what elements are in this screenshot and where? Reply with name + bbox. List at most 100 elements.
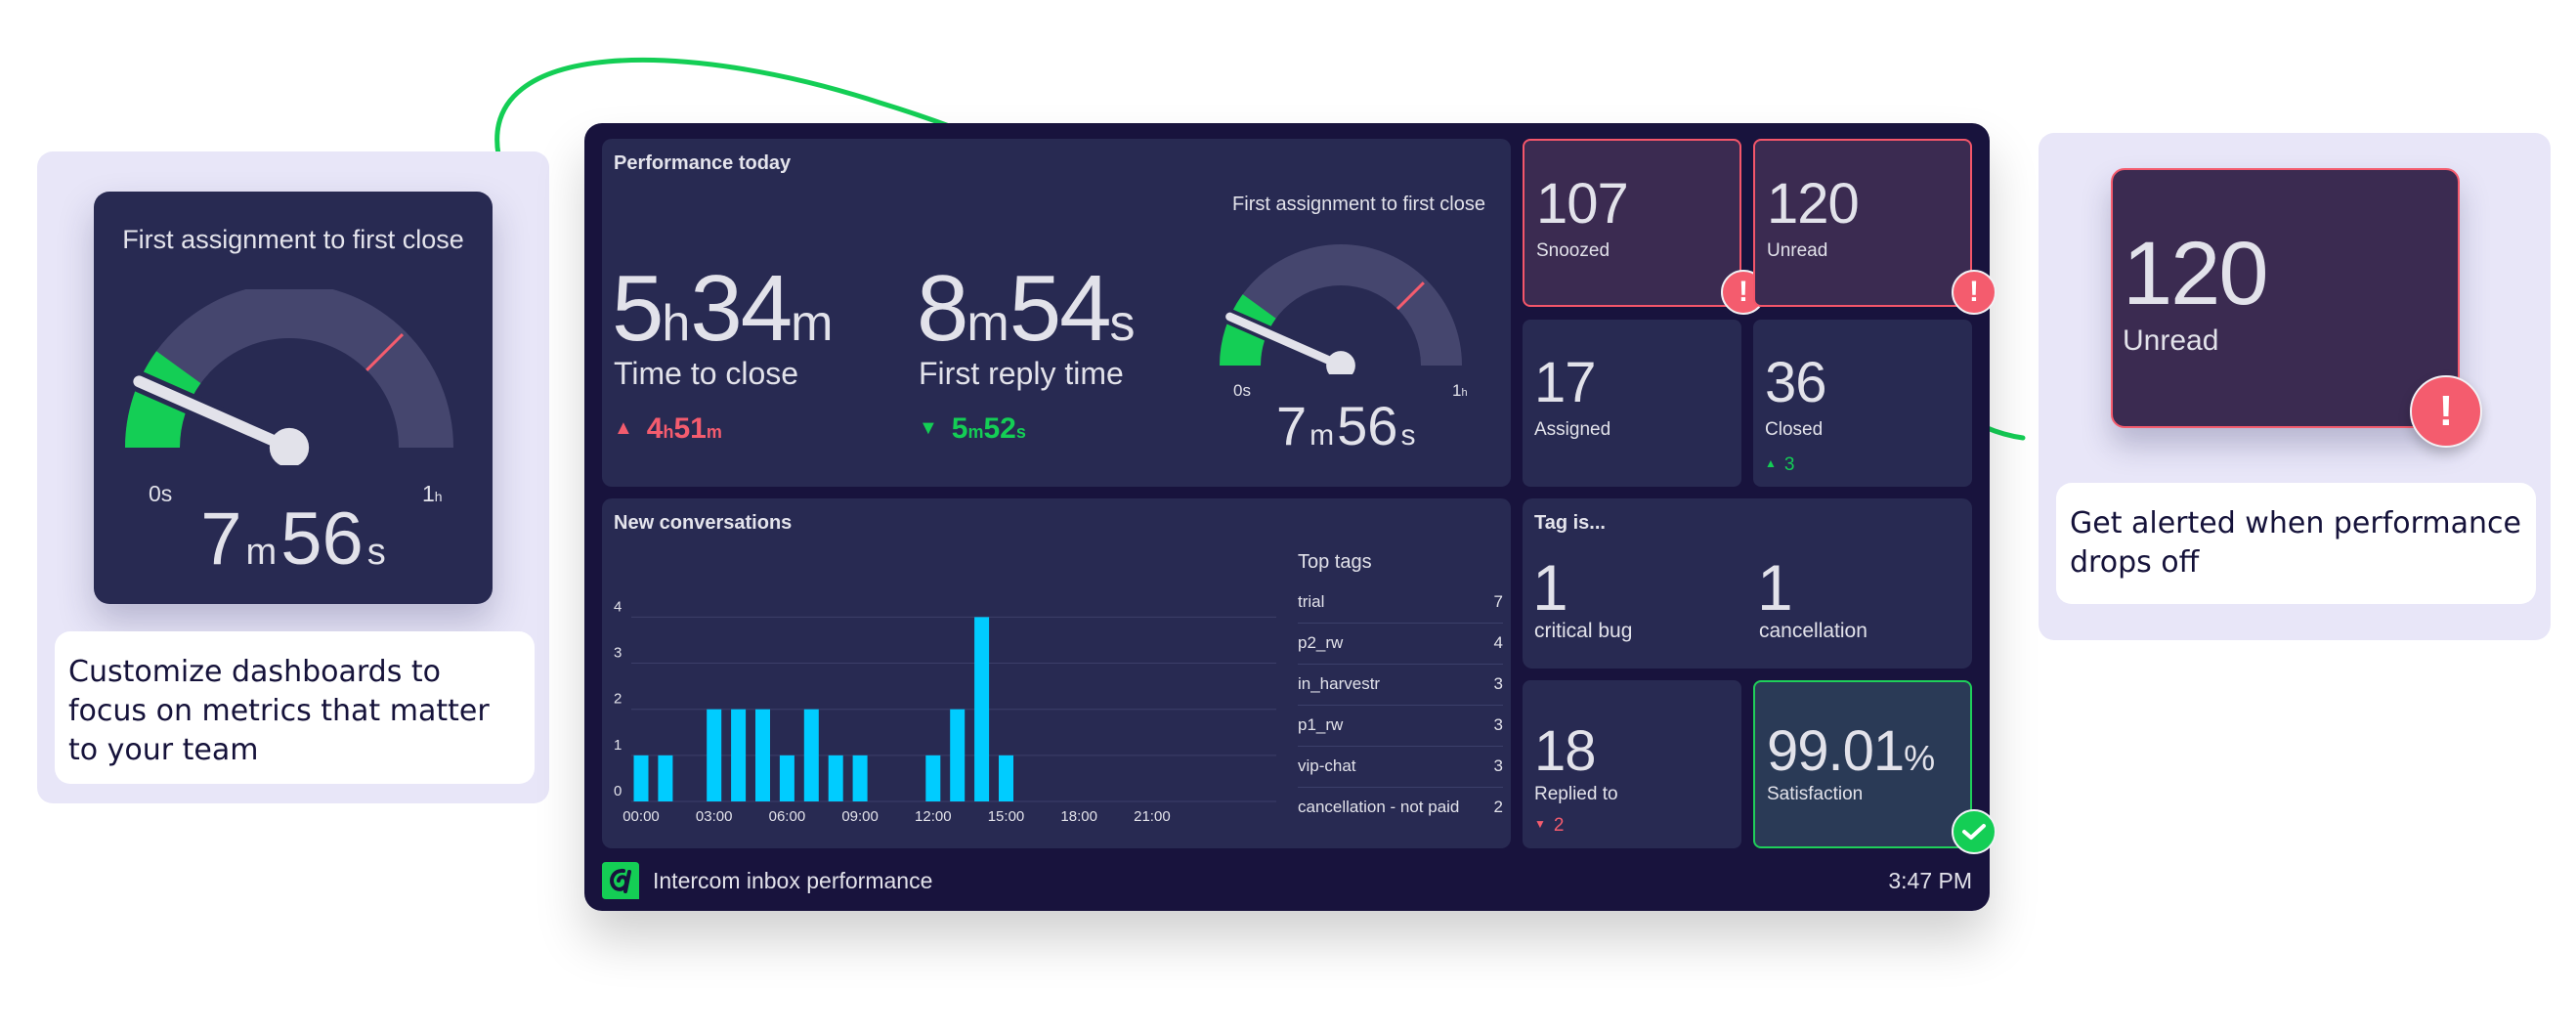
bar bbox=[852, 755, 868, 801]
gauge-value: 7 m56 s bbox=[1276, 399, 1415, 453]
top-tag-row[interactable]: p1_rw 3 bbox=[1298, 706, 1503, 747]
top-tag-row[interactable]: in_harvestr 3 bbox=[1298, 665, 1503, 706]
tile-delta-value: 3 bbox=[1783, 454, 1795, 475]
satisfaction-unit: % bbox=[1904, 738, 1935, 778]
tag-name: vip-chat bbox=[1298, 756, 1356, 775]
first-reply-value: 8m54s bbox=[917, 262, 1136, 356]
tile-label: Replied to bbox=[1534, 784, 1618, 804]
x-tick-label: 03:00 bbox=[696, 808, 733, 825]
tag-count: 7 bbox=[1493, 592, 1503, 611]
bar bbox=[755, 709, 770, 801]
tag-name: p2_rw bbox=[1298, 633, 1344, 652]
value-seconds: 56 bbox=[1337, 395, 1398, 456]
current-time: 3:47 PM bbox=[1888, 868, 1972, 893]
value-minutes-unit: m bbox=[245, 532, 278, 573]
value-minutes: 7 bbox=[1276, 395, 1308, 456]
bar bbox=[974, 617, 990, 801]
tile-label: Assigned bbox=[1534, 419, 1611, 440]
y-tick-label: 2 bbox=[614, 691, 622, 708]
y-tick-label: 4 bbox=[614, 598, 622, 615]
top-tag-row[interactable]: vip-chat 3 bbox=[1298, 747, 1503, 788]
x-tick-label: 09:00 bbox=[841, 808, 879, 825]
tile-delta: ▼ 2 bbox=[1534, 815, 1564, 837]
tile-delta-value: 2 bbox=[1553, 815, 1565, 836]
value-seconds-unit: s bbox=[1400, 419, 1416, 452]
first-reply-delta: ▼ 5m52s bbox=[919, 412, 1026, 446]
y-tick-label: 3 bbox=[614, 645, 622, 662]
time-to-close-delta: ▲ 4h51m bbox=[614, 412, 722, 446]
x-tick-label: 00:00 bbox=[623, 808, 660, 825]
bar bbox=[803, 709, 819, 801]
gauge-preview-title: First assignment to first close bbox=[122, 225, 464, 254]
tag-count: 3 bbox=[1493, 715, 1503, 734]
hours: 5 bbox=[612, 256, 664, 361]
satisfaction-number: 99.01 bbox=[1767, 719, 1905, 783]
time-to-close-label: Time to close bbox=[614, 356, 799, 391]
satisfaction-value: 99.01% bbox=[1767, 723, 1935, 780]
minutes: 34 bbox=[690, 256, 793, 361]
left-callout-panel: First assignment to first close 0s 1h 7m… bbox=[37, 151, 549, 803]
minutes-unit: m bbox=[966, 295, 1009, 352]
tile-value: 18 bbox=[1534, 719, 1597, 783]
tag-count: 2 bbox=[1493, 798, 1503, 816]
tile-value: 36 bbox=[1765, 351, 1827, 414]
unread-alert-preview: 120 Unread bbox=[2111, 168, 2460, 428]
tile-delta: ▲ 3 bbox=[1765, 454, 1794, 476]
x-tick-label: 06:00 bbox=[769, 808, 806, 825]
right-caption-text: Get alerted when performance drops off bbox=[2070, 506, 2521, 580]
tag-is-title: Tag is... bbox=[1534, 512, 1606, 534]
tile-label: Unread bbox=[1767, 240, 1828, 261]
tag-label: critical bug bbox=[1534, 620, 1633, 642]
hours-unit: h bbox=[662, 295, 691, 352]
triangle-up-icon: ▲ bbox=[1765, 456, 1777, 470]
tag-is-panel: Tag is... 1 critical bug 1 cancellation bbox=[1523, 498, 1972, 669]
tag-name: p1_rw bbox=[1298, 715, 1344, 734]
tile-unread[interactable]: 120 Unread bbox=[1753, 139, 1972, 307]
intercom-logo-icon bbox=[602, 862, 639, 899]
tag-name: cancellation - not paid bbox=[1298, 798, 1460, 816]
delta-minutes-unit: m bbox=[967, 422, 984, 442]
checkmark-icon bbox=[1952, 809, 1996, 854]
y-tick-label: 0 bbox=[614, 783, 622, 799]
tile-label: Closed bbox=[1765, 419, 1824, 440]
new-conversations-chart: 0 1 2 3 4 00:00 03:00 06:00 09:00 12:00 15:00 18:00… bbox=[614, 598, 1276, 825]
x-tick-label: 15:00 bbox=[988, 808, 1025, 825]
dashboard: Performance today 5h34m Time to close ▲ 4… bbox=[584, 123, 1996, 911]
tag-label: cancellation bbox=[1759, 620, 1868, 642]
top-tag-row[interactable]: cancellation - not paid 2 bbox=[1298, 788, 1503, 829]
minutes-unit: m bbox=[791, 295, 834, 352]
bar bbox=[828, 755, 843, 801]
exclamation-icon: ! bbox=[1952, 270, 1996, 315]
unread-preview-value: 120 bbox=[2123, 224, 2268, 324]
x-tick-label: 18:00 bbox=[1060, 808, 1097, 825]
performance-title: Performance today bbox=[614, 152, 792, 174]
tile-assigned[interactable]: 17 Assigned bbox=[1523, 320, 1741, 487]
new-conversations-panel: New conversations 0 1 2 3 4 00:00 03:00 06:00 09… bbox=[602, 498, 1511, 848]
tile-replied-to[interactable]: 18 Replied to ▼ 2 bbox=[1523, 680, 1741, 848]
exclamation-icon: ! bbox=[2410, 375, 2482, 448]
gauge-preview-dial bbox=[125, 289, 453, 465]
gauge-max-label: 1h bbox=[1452, 381, 1468, 401]
bar bbox=[950, 709, 966, 801]
right-callout-panel: 120 Unread ! Get alerted when performanc… bbox=[2039, 133, 2551, 640]
tile-satisfaction[interactable]: 99.01% Satisfaction bbox=[1753, 680, 1972, 848]
tag-count: 3 bbox=[1493, 756, 1503, 775]
seconds-unit: s bbox=[1109, 295, 1136, 352]
minutes: 8 bbox=[917, 256, 968, 361]
delta-hours-unit: h bbox=[663, 422, 674, 442]
new-conversations-title: New conversations bbox=[614, 512, 793, 534]
value-seconds: 56 bbox=[280, 497, 364, 581]
left-caption: Customize dashboards to focus on metrics… bbox=[55, 631, 535, 784]
tile-snoozed[interactable]: 107 Snoozed bbox=[1523, 139, 1741, 307]
tag-count: 3 bbox=[1493, 674, 1503, 693]
delta-minutes: 5 bbox=[951, 412, 968, 445]
tag-value: 1 bbox=[1532, 551, 1568, 624]
gauge-preview-value: 7 m56 s bbox=[94, 502, 493, 577]
tile-label: Satisfaction bbox=[1767, 784, 1864, 804]
tile-closed[interactable]: 36 Closed ▲ 3 bbox=[1753, 320, 1972, 487]
top-tag-row[interactable]: p2_rw 4 bbox=[1298, 624, 1503, 665]
top-tag-row[interactable]: trial 7 bbox=[1298, 583, 1503, 624]
time-to-close-value: 5h34m bbox=[612, 262, 833, 356]
x-tick-label: 21:00 bbox=[1134, 808, 1171, 825]
value-seconds-unit: s bbox=[366, 532, 386, 573]
